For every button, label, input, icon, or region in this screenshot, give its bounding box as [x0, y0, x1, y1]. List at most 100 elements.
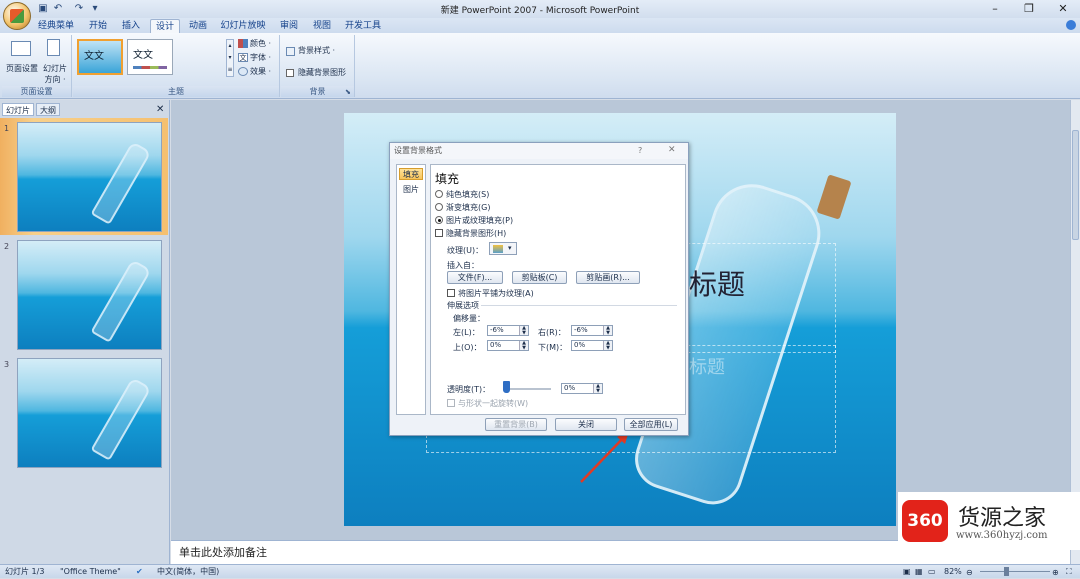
help-icon[interactable] [1066, 20, 1076, 30]
right-offset-input[interactable]: -6% ▲ ▼ [571, 325, 613, 336]
checkbox-icon [447, 399, 455, 407]
scroll-thumb[interactable] [1072, 130, 1079, 240]
tab-home[interactable]: 开始 [84, 19, 112, 33]
spinner-icon[interactable]: ▲ ▼ [519, 326, 528, 335]
insert-from-label: 插入自： [447, 261, 479, 270]
tab-view[interactable]: 视图 [308, 19, 336, 33]
background-styles-button[interactable]: 背景样式 · [298, 46, 335, 56]
zoom-level[interactable]: 82% [944, 565, 962, 578]
tab-review[interactable]: 审阅 [275, 19, 303, 33]
option-picture-fill[interactable]: 图片或纹理填充(P) [435, 215, 513, 226]
spinner-icon[interactable]: ▲ ▼ [603, 341, 612, 350]
restore-icon[interactable]: ❐ [1014, 0, 1044, 18]
tab-slides[interactable]: 幻灯片 [2, 103, 34, 116]
spinner-icon[interactable]: ▲ ▼ [593, 384, 602, 393]
status-theme[interactable]: "Office Theme" [60, 565, 121, 578]
watermark-url: www.360hyzj.com [956, 530, 1048, 541]
slide-thumbnail-3[interactable] [17, 358, 162, 468]
page-setup-icon [11, 41, 31, 56]
view-sorter-icon[interactable]: ▦ [915, 565, 923, 578]
dialog-close-icon[interactable]: ✕ [668, 145, 676, 155]
group-label: 背景 [281, 86, 354, 97]
office-logo-icon [10, 9, 24, 23]
fonts-button[interactable]: 字体 · [250, 53, 271, 63]
colors-button[interactable]: 颜色 · [250, 39, 271, 49]
theme-thumb-current[interactable]: 文文 [77, 39, 123, 75]
tab-insert[interactable]: 插入 [117, 19, 145, 33]
group-label: 页面设置 [2, 86, 71, 97]
zoom-track [980, 571, 1050, 572]
view-normal-icon[interactable]: ▣ [903, 565, 911, 578]
slide-orientation-icon [47, 39, 60, 56]
theme-thumb-label: 文文 [133, 50, 153, 61]
option-solid-fill[interactable]: 纯色填充(S) [435, 189, 489, 200]
option-label: 纯色填充(S) [446, 190, 490, 199]
option-tile-texture[interactable]: 将图片平铺为纹理(A) [447, 288, 534, 299]
dialog-launcher-icon[interactable]: ⬊ [345, 88, 351, 96]
bottom-offset-input[interactable]: 0% ▲ ▼ [571, 340, 613, 351]
zoom-out-icon[interactable]: ⊖ [966, 566, 973, 579]
texture-picker[interactable]: ▾ [489, 242, 517, 255]
tab-outline[interactable]: 大纲 [36, 103, 60, 116]
spin-value: 0% [490, 341, 502, 349]
zoom-in-icon[interactable]: ⊕ [1052, 566, 1059, 579]
option-label: 渐变填充(G) [446, 203, 491, 212]
dialog-help-icon[interactable]: ? [638, 146, 642, 155]
tab-classic-menu[interactable]: 经典菜单 [35, 19, 77, 33]
transparency-input[interactable]: 0% ▲ ▼ [561, 383, 603, 394]
close-pane-icon[interactable]: ✕ [156, 104, 164, 115]
spinner-icon[interactable]: ▲ ▼ [519, 341, 528, 350]
theme-thumb-office[interactable]: 文文 [127, 39, 173, 75]
effects-button[interactable]: 效果 · [250, 67, 271, 77]
clipart-button[interactable]: 剪贴画(R)... [576, 271, 640, 284]
apply-to-all-button[interactable]: 全部应用(L) [624, 418, 678, 431]
spin-value: -6% [490, 326, 504, 334]
nav-picture[interactable]: 图片 [399, 184, 423, 196]
file-button[interactable]: 文件(F)... [447, 271, 503, 284]
view-slideshow-icon[interactable]: ▭ [928, 565, 936, 578]
tab-design[interactable]: 设计 [150, 19, 180, 33]
reset-background-button: 重置背景(B) [485, 418, 547, 431]
hide-bg-checkbox[interactable] [286, 69, 294, 77]
tab-animation[interactable]: 动画 [184, 19, 212, 33]
page-setup-button[interactable]: 页面设置 [4, 64, 40, 74]
left-offset-input[interactable]: -6% ▲ ▼ [487, 325, 529, 336]
tab-developer[interactable]: 开发工具 [341, 19, 385, 33]
radio-icon [435, 190, 443, 198]
option-hide-background[interactable]: 隐藏背景图形(H) [435, 228, 506, 239]
chevron-down-icon: ▾ [508, 244, 512, 252]
theme-gallery-scroll[interactable]: ▴ ▾ ≡ [226, 39, 234, 77]
close-button[interactable]: 关闭 [555, 418, 617, 431]
dialog-nav: 填充 图片 [396, 164, 426, 415]
radio-selected-icon [435, 216, 443, 224]
spellcheck-icon[interactable]: ✔ [136, 565, 143, 578]
left-offset-label: 左(L)： [453, 328, 480, 337]
background-styles-icon [286, 47, 295, 56]
dialog-title: 设置背景格式 [390, 143, 688, 159]
slide-thumbnail-2[interactable] [17, 240, 162, 350]
fit-window-icon[interactable]: ⛶ [1066, 565, 1072, 578]
title-bar: ▣ ↶ ↷ ▾ 新建 PowerPoint 2007 - Microsoft P… [0, 0, 1080, 18]
texture-swatch-icon [493, 245, 503, 253]
transparency-slider[interactable] [503, 381, 510, 393]
option-gradient-fill[interactable]: 渐变填充(G) [435, 202, 490, 213]
tab-slideshow[interactable]: 幻灯片放映 [217, 19, 269, 33]
spin-value: 0% [564, 384, 576, 392]
bottom-offset-label: 下(M)： [538, 343, 568, 352]
option-label: 与形状一起旋转(W) [458, 399, 529, 408]
clipboard-button[interactable]: 剪贴板(C) [512, 271, 567, 284]
nav-fill[interactable]: 填充 [399, 168, 423, 180]
status-language[interactable]: 中文(简体，中国) [157, 565, 219, 578]
top-offset-input[interactable]: 0% ▲ ▼ [487, 340, 529, 351]
minimize-icon[interactable]: – [980, 0, 1010, 18]
spinner-icon[interactable]: ▲ ▼ [603, 326, 612, 335]
theme-color-strip [133, 66, 167, 69]
ribbon-tabs: 经典菜单 开始 插入 设计 动画 幻灯片放映 审阅 视图 开发工具 [0, 18, 1080, 33]
slide-thumbnail-1[interactable] [17, 122, 162, 232]
slide-orientation-button[interactable]: 幻灯片 [40, 64, 70, 74]
zoom-slider[interactable] [1004, 567, 1009, 576]
close-icon[interactable]: ✕ [1048, 0, 1078, 18]
watermark: 360 货源之家 www.360hyzj.com [898, 492, 1080, 550]
office-button[interactable] [3, 2, 31, 30]
status-bar: 幻灯片 1/3 "Office Theme" ✔ 中文(简体，中国) ▣ ▦ ▭… [0, 564, 1080, 578]
